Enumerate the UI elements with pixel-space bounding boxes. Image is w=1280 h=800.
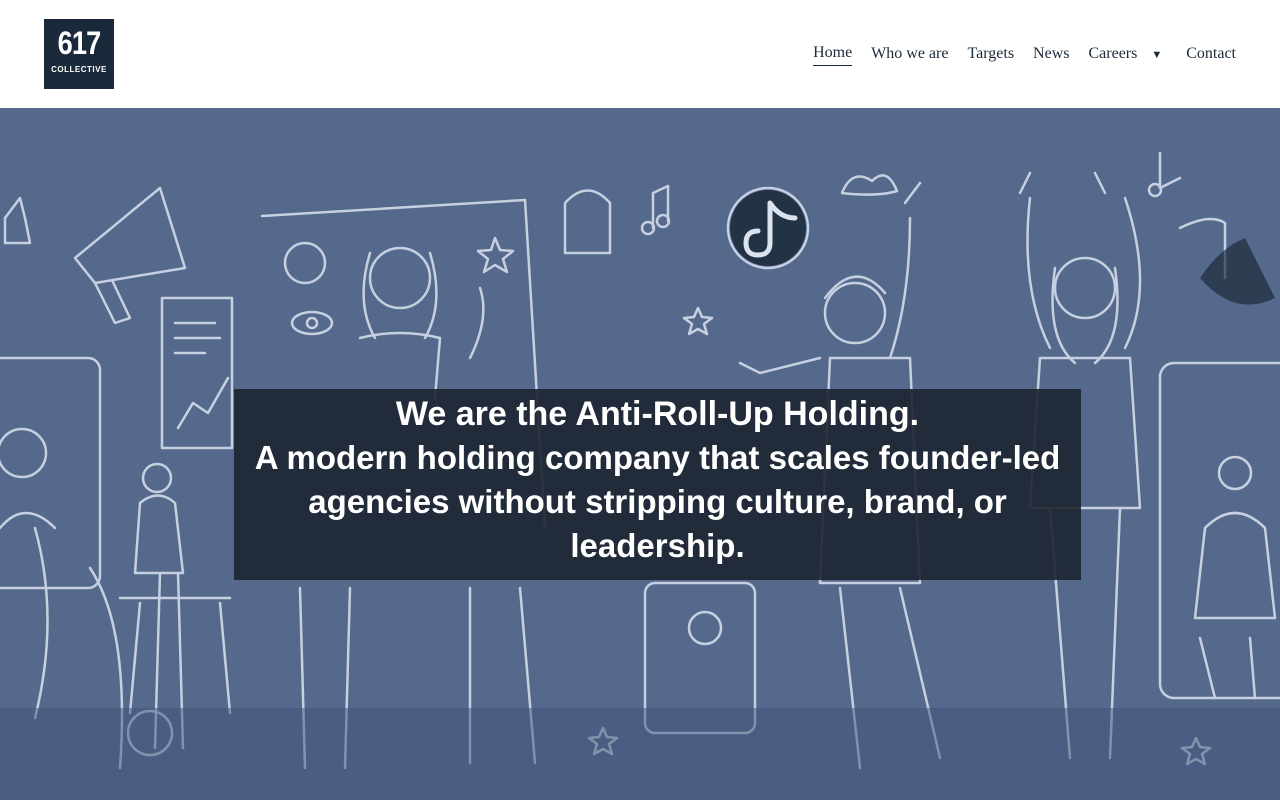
nav-contact[interactable]: Contact (1186, 45, 1236, 66)
nav-who-we-are[interactable]: Who we are (871, 45, 948, 66)
site-header: 617 COLLECTIVE Home Who we are Targets N… (0, 0, 1280, 108)
main-nav: Home Who we are Targets News Careers ▼ Co… (794, 44, 1236, 66)
logo-number: 617 (57, 25, 102, 61)
brand-logo[interactable]: 617 COLLECTIVE (44, 19, 114, 89)
nav-news[interactable]: News (1033, 45, 1069, 66)
logo-subtitle: COLLECTIVE (51, 65, 107, 74)
hero-section: We are the Anti-Roll-Up Holding. A moder… (0, 108, 1280, 800)
nav-home[interactable]: Home (813, 44, 853, 66)
nav-targets[interactable]: Targets (967, 45, 1014, 66)
hero-subheadline: A modern holding company that scales fou… (254, 439, 1061, 564)
nav-careers[interactable]: Careers ▼ (1088, 45, 1162, 66)
hero-text-box: We are the Anti-Roll-Up Holding. A moder… (234, 389, 1081, 580)
nav-careers-label: Careers (1088, 44, 1138, 62)
hero-headline: We are the Anti-Roll-Up Holding. (395, 395, 920, 433)
caret-down-icon[interactable]: ▼ (1151, 49, 1162, 61)
